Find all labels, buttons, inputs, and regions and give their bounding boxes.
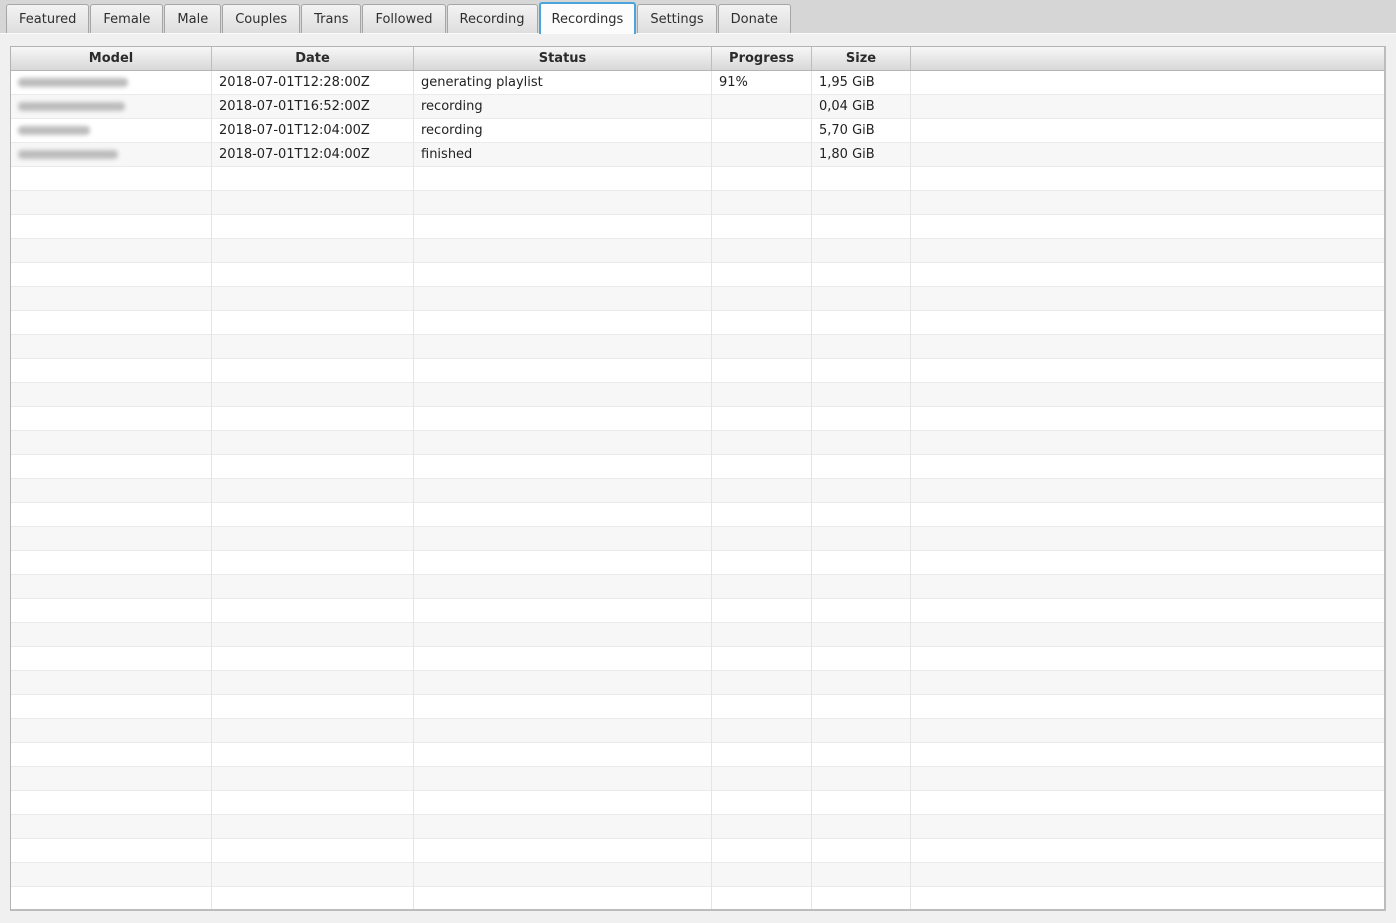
cell-model: [11, 95, 212, 118]
column-header-model[interactable]: Model: [11, 47, 212, 70]
cell-size: 5,70 GiB: [812, 119, 911, 142]
model-name-redacted: [18, 126, 90, 135]
model-name-redacted: [18, 102, 125, 111]
cell-status: recording: [414, 119, 712, 142]
tab-couples[interactable]: Couples: [222, 4, 300, 33]
cell-status: finished: [414, 143, 712, 166]
column-header-status[interactable]: Status: [414, 47, 712, 70]
column-header-empty: [911, 47, 1384, 70]
tab-female[interactable]: Female: [90, 4, 163, 33]
table-header: Model Date Status Progress Size: [11, 47, 1384, 71]
table-body: 2018-07-01T12:28:00Z generating playlist…: [11, 71, 1384, 909]
cell-progress: [712, 95, 812, 118]
cell-model: [11, 143, 212, 166]
cell-empty: [911, 119, 1384, 142]
recordings-panel: Model Date Status Progress Size 2018-07-…: [0, 33, 1396, 923]
recording-row[interactable]: 2018-07-01T12:28:00Z generating playlist…: [11, 71, 1384, 95]
cell-model: [11, 71, 212, 94]
cell-date: 2018-07-01T12:04:00Z: [212, 119, 414, 142]
recording-row[interactable]: 2018-07-01T12:04:00Z finished 1,80 GiB: [11, 143, 1384, 167]
cell-status: generating playlist: [414, 71, 712, 94]
tab-recordings[interactable]: Recordings: [539, 2, 637, 34]
cell-progress: [712, 143, 812, 166]
table-empty-area: [11, 167, 1384, 909]
app-window: Featured Female Male Couples Trans Follo…: [0, 0, 1396, 923]
cell-empty: [911, 71, 1384, 94]
recording-row[interactable]: 2018-07-01T12:04:00Z recording 5,70 GiB: [11, 119, 1384, 143]
cell-empty: [911, 143, 1384, 166]
recording-row[interactable]: 2018-07-01T16:52:00Z recording 0,04 GiB: [11, 95, 1384, 119]
tab-bar: Featured Female Male Couples Trans Follo…: [0, 0, 1396, 33]
cell-size: 1,80 GiB: [812, 143, 911, 166]
cell-date: 2018-07-01T12:28:00Z: [212, 71, 414, 94]
model-name-redacted: [18, 78, 128, 87]
tab-settings[interactable]: Settings: [637, 4, 716, 33]
cell-date: 2018-07-01T16:52:00Z: [212, 95, 414, 118]
tab-trans[interactable]: Trans: [301, 4, 361, 33]
cell-model: [11, 119, 212, 142]
model-name-redacted: [18, 150, 118, 159]
column-header-progress[interactable]: Progress: [712, 47, 812, 70]
cell-status: recording: [414, 95, 712, 118]
cell-empty: [911, 95, 1384, 118]
tab-donate[interactable]: Donate: [718, 4, 791, 33]
cell-date: 2018-07-01T12:04:00Z: [212, 143, 414, 166]
cell-size: 0,04 GiB: [812, 95, 911, 118]
tab-recording[interactable]: Recording: [447, 4, 538, 33]
tab-male[interactable]: Male: [164, 4, 221, 33]
column-header-size[interactable]: Size: [812, 47, 911, 70]
recordings-table: Model Date Status Progress Size 2018-07-…: [10, 46, 1386, 911]
cell-size: 1,95 GiB: [812, 71, 911, 94]
column-header-date[interactable]: Date: [212, 47, 414, 70]
tab-followed[interactable]: Followed: [362, 4, 445, 33]
cell-progress: [712, 119, 812, 142]
tab-featured[interactable]: Featured: [6, 4, 89, 33]
cell-progress: 91%: [712, 71, 812, 94]
